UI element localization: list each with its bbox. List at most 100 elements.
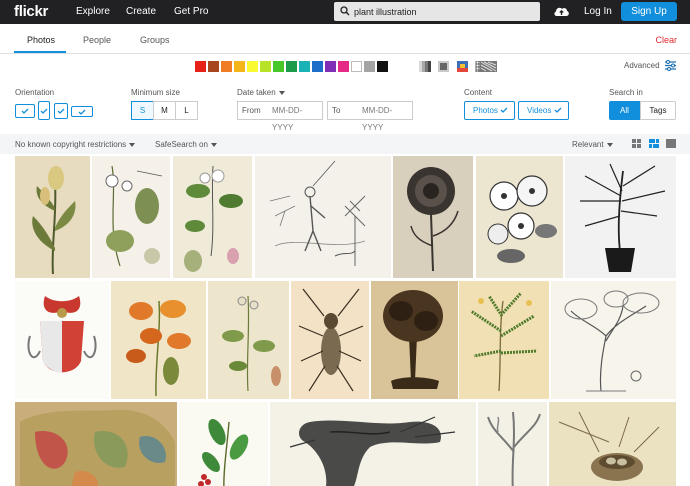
lily-flowers-image — [126, 300, 191, 397]
search-input[interactable] — [354, 4, 534, 19]
photo-thumbnail[interactable] — [459, 281, 549, 399]
photo-thumbnail[interactable] — [173, 156, 252, 278]
check-icon — [500, 107, 508, 113]
orientation-panorama-option[interactable] — [71, 106, 93, 117]
grid-view-icon[interactable] — [632, 139, 641, 148]
check-icon — [78, 109, 86, 115]
birds-nest-image — [558, 411, 660, 481]
photo-thumbnail[interactable] — [551, 281, 676, 399]
photo-thumbnail[interactable] — [208, 281, 289, 399]
color-swatch[interactable] — [260, 61, 271, 72]
mimosa-plant-image — [470, 291, 538, 392]
photo-thumbnail[interactable] — [393, 156, 473, 278]
tab-groups[interactable]: Groups — [140, 35, 170, 45]
photo-thumbnail[interactable] — [15, 156, 90, 278]
minimalist-filter[interactable] — [457, 61, 468, 72]
photo-thumbnail[interactable] — [179, 402, 268, 486]
content-label: Content — [464, 88, 493, 97]
color-swatch[interactable] — [377, 61, 388, 72]
color-swatch[interactable] — [221, 61, 232, 72]
chevron-down-icon — [129, 142, 136, 147]
search-box[interactable] — [334, 2, 540, 21]
color-swatch[interactable] — [351, 61, 362, 72]
tab-photos[interactable]: Photos — [27, 35, 55, 45]
photo-thumbnail[interactable] — [15, 402, 177, 486]
tree-woodcut-image — [383, 290, 443, 389]
nav-create[interactable]: Create — [126, 6, 156, 17]
color-swatch[interactable] — [338, 61, 349, 72]
large-view-icon[interactable] — [666, 139, 676, 148]
content-videos-label: Videos — [527, 106, 552, 115]
sliders-icon[interactable] — [664, 60, 677, 71]
photo-thumbnail[interactable] — [549, 402, 676, 486]
color-swatch[interactable] — [208, 61, 219, 72]
login-link[interactable]: Log In — [584, 6, 612, 17]
color-swatch[interactable] — [273, 61, 284, 72]
color-swatch[interactable] — [364, 61, 375, 72]
signup-button[interactable]: Sign Up — [621, 2, 677, 21]
date-to-field[interactable]: To MM-DD-YYYY — [327, 101, 413, 132]
photo-thumbnail[interactable] — [270, 402, 476, 486]
texture-filter[interactable] — [480, 61, 497, 72]
content-photos-toggle[interactable]: Photos — [464, 101, 515, 120]
nav-get-pro[interactable]: Get Pro — [174, 6, 208, 17]
color-swatch[interactable] — [195, 61, 206, 72]
color-pattern-filters — [419, 61, 497, 72]
clear-filters-link[interactable]: Clear — [655, 35, 677, 45]
size-small-option[interactable]: S — [131, 101, 154, 120]
color-swatch[interactable] — [286, 61, 297, 72]
flickr-logo[interactable]: flickr — [14, 3, 48, 20]
content-videos-toggle[interactable]: Videos — [518, 101, 569, 120]
color-swatch[interactable] — [299, 61, 310, 72]
orientation-portrait-option[interactable] — [38, 101, 50, 120]
search-in-all-option[interactable]: All — [609, 101, 640, 120]
photo-thumbnail[interactable] — [15, 281, 109, 399]
date-from-field[interactable]: From MM-DD-YYYY — [237, 101, 323, 132]
check-icon — [57, 108, 65, 114]
pear-blossom-image — [184, 165, 243, 272]
photo-thumbnail[interactable] — [476, 156, 563, 278]
safesearch-dropdown[interactable]: SafeSearch on — [155, 140, 217, 149]
flickr-search-page: { "header": { "logo": "flickr", "nav": [… — [0, 0, 690, 486]
date-taken-label[interactable]: Date taken — [237, 88, 285, 97]
search-icon — [340, 6, 350, 16]
photo-thumbnail[interactable] — [565, 156, 676, 278]
palm-in-pot-image — [580, 163, 666, 272]
color-swatch[interactable] — [312, 61, 323, 72]
color-swatch[interactable] — [247, 61, 258, 72]
photo-thumbnail[interactable] — [92, 156, 170, 278]
geological-map-image — [20, 409, 175, 486]
color-swatch[interactable] — [234, 61, 245, 72]
justified-view-icon[interactable] — [649, 139, 659, 148]
sort-value: Relevant — [572, 140, 604, 149]
active-tab-indicator — [14, 51, 66, 53]
herb-plant-image — [222, 295, 281, 392]
photo-thumbnail[interactable] — [111, 281, 206, 399]
check-icon — [554, 107, 562, 113]
black-and-white-filter[interactable] — [419, 61, 431, 72]
photo-thumbnail[interactable] — [255, 156, 391, 278]
color-swatch[interactable] — [325, 61, 336, 72]
insect-engraving-image — [298, 288, 364, 392]
sort-dropdown[interactable]: Relevant — [572, 140, 613, 149]
search-in-tags-option[interactable]: Tags — [640, 101, 676, 120]
orientation-label: Orientation — [15, 88, 55, 97]
size-large-option[interactable]: L — [175, 101, 198, 120]
upload-cloud-icon[interactable] — [553, 4, 570, 18]
photo-thumbnail[interactable] — [291, 281, 369, 399]
check-icon — [40, 108, 48, 114]
size-medium-option[interactable]: M — [153, 101, 176, 120]
orientation-landscape-option[interactable] — [15, 104, 35, 118]
tab-people[interactable]: People — [83, 35, 111, 45]
shallow-depth-of-field-filter[interactable] — [438, 61, 449, 72]
photo-thumbnail[interactable] — [371, 281, 458, 399]
orientation-square-option[interactable] — [54, 103, 68, 119]
license-dropdown[interactable]: No known copyright restrictions — [15, 140, 136, 149]
photo-thumbnail[interactable] — [478, 402, 547, 486]
date-to-label: To — [332, 106, 341, 115]
advanced-link[interactable]: Advanced — [624, 61, 660, 70]
nav-explore[interactable]: Explore — [76, 6, 110, 17]
chevron-down-icon — [606, 142, 613, 147]
search-in-label: Search in — [609, 88, 643, 97]
lily-illustration-image — [32, 166, 76, 275]
